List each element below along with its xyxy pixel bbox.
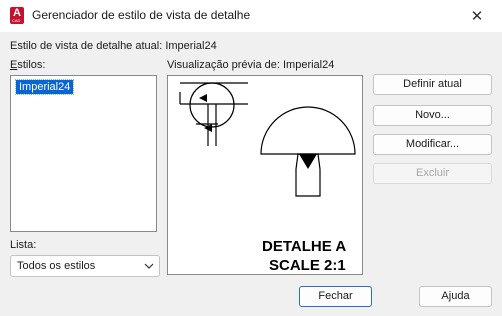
modify-button[interactable]: Modificar... bbox=[373, 134, 492, 155]
arrow-head-top bbox=[199, 94, 207, 102]
new-button[interactable]: Novo... bbox=[373, 105, 492, 126]
window-title: Gerenciador de estilo de vista de detalh… bbox=[32, 8, 251, 22]
preview-panel: DETALHE A SCALE 2:1 bbox=[167, 75, 363, 275]
list-item[interactable]: Imperial24 bbox=[14, 79, 75, 95]
current-style-value: Imperial24 bbox=[165, 40, 217, 52]
list-filter-label: Lista: bbox=[10, 239, 37, 251]
dome-shape bbox=[260, 106, 356, 155]
styles-listbox[interactable]: Imperial24 bbox=[10, 75, 157, 232]
pointer-tip bbox=[299, 154, 317, 169]
detail-boundary-circle bbox=[189, 82, 235, 128]
chevron-down-icon bbox=[144, 263, 154, 269]
help-button[interactable]: Ajuda bbox=[419, 286, 492, 307]
preview-label: Visualização prévia de: bbox=[167, 59, 280, 71]
set-current-button[interactable]: Definir atual bbox=[373, 74, 492, 95]
preview-label-line: Visualização prévia de: Imperial24 bbox=[167, 59, 334, 71]
list-filter-value: Todos os estilos bbox=[17, 260, 96, 272]
current-style-label: Estilo de vista de detalhe atual: bbox=[10, 40, 163, 52]
styles-label-rest: stilos: bbox=[17, 59, 46, 71]
detail-preview-drawing: DETALHE A SCALE 2:1 bbox=[179, 82, 356, 274]
detail-scale-text: SCALE 2:1 bbox=[269, 257, 346, 274]
current-style-line: Estilo de vista de detalhe atual: Imperi… bbox=[10, 40, 217, 52]
styles-label: Estilos: bbox=[10, 59, 46, 71]
list-filter-dropdown[interactable]: Todos os estilos bbox=[10, 255, 160, 277]
delete-button[interactable]: Excluir bbox=[373, 163, 492, 184]
preview-style-name: Imperial24 bbox=[282, 59, 335, 71]
title-bar: A CAD Gerenciador de estilo de vista de … bbox=[0, 0, 502, 32]
close-icon[interactable]: ✕ bbox=[465, 6, 489, 26]
close-button[interactable]: Fechar bbox=[299, 286, 372, 307]
autocad-app-icon: A CAD bbox=[10, 7, 24, 24]
detail-title-text: DETALHE A bbox=[262, 238, 346, 255]
app-icon-caption: CAD bbox=[12, 18, 21, 23]
